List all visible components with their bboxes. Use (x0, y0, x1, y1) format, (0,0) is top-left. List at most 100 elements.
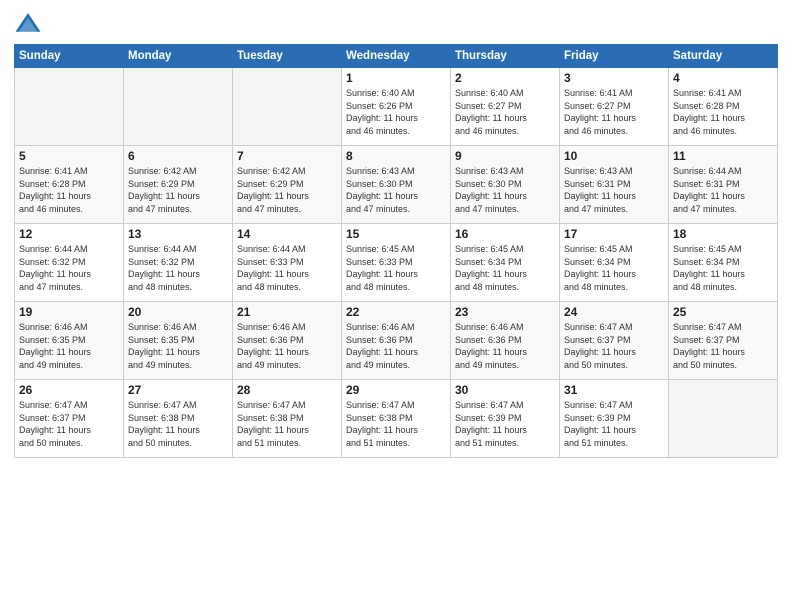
day-info: Sunrise: 6:45 AM Sunset: 6:34 PM Dayligh… (455, 243, 555, 293)
calendar-cell: 3 Sunrise: 6:41 AM Sunset: 6:27 PM Daylig… (560, 68, 669, 146)
day-number: 20 (128, 305, 228, 319)
calendar-week-row: 19Sunrise: 6:46 AM Sunset: 6:35 PM Dayli… (15, 302, 778, 380)
day-number: 14 (237, 227, 337, 241)
calendar-cell: 6 Sunrise: 6:42 AM Sunset: 6:29 PM Daylig… (124, 146, 233, 224)
day-info: Sunrise: 6:45 AM Sunset: 6:33 PM Dayligh… (346, 243, 446, 293)
calendar-cell: 2 Sunrise: 6:40 AM Sunset: 6:27 PM Daylig… (451, 68, 560, 146)
day-info: Sunrise: 6:46 AM Sunset: 6:36 PM Dayligh… (455, 321, 555, 371)
calendar-cell: 7 Sunrise: 6:42 AM Sunset: 6:29 PM Daylig… (233, 146, 342, 224)
day-info: Sunrise: 6:45 AM Sunset: 6:34 PM Dayligh… (564, 243, 664, 293)
calendar-cell (15, 68, 124, 146)
day-info: Sunrise: 6:41 AM Sunset: 6:28 PM Dayligh… (19, 165, 119, 215)
day-info: Sunrise: 6:45 AM Sunset: 6:34 PM Dayligh… (673, 243, 773, 293)
day-number: 26 (19, 383, 119, 397)
day-info: Sunrise: 6:47 AM Sunset: 6:38 PM Dayligh… (237, 399, 337, 449)
calendar-cell: 17 Sunrise: 6:45 AM Sunset: 6:34 PM Dayli… (560, 224, 669, 302)
calendar-cell: 14Sunrise: 6:44 AM Sunset: 6:33 PM Dayli… (233, 224, 342, 302)
day-number: 17 (564, 227, 664, 241)
calendar-cell: 31 Sunrise: 6:47 AM Sunset: 6:39 PM Dayli… (560, 380, 669, 458)
day-number: 9 (455, 149, 555, 163)
calendar-cell: 24 Sunrise: 6:47 AM Sunset: 6:37 PM Dayli… (560, 302, 669, 380)
calendar-cell: 9 Sunrise: 6:43 AM Sunset: 6:30 PM Daylig… (451, 146, 560, 224)
calendar-cell: 19Sunrise: 6:46 AM Sunset: 6:35 PM Dayli… (15, 302, 124, 380)
calendar-header-monday: Monday (124, 45, 233, 68)
day-number: 19 (19, 305, 119, 319)
calendar-cell: 21 Sunrise: 6:46 AM Sunset: 6:36 PM Dayli… (233, 302, 342, 380)
day-number: 30 (455, 383, 555, 397)
calendar-week-row: 1Sunrise: 6:40 AM Sunset: 6:26 PM Daylig… (15, 68, 778, 146)
day-info: Sunrise: 6:42 AM Sunset: 6:29 PM Dayligh… (128, 165, 228, 215)
day-info: Sunrise: 6:40 AM Sunset: 6:26 PM Dayligh… (346, 87, 446, 137)
calendar-header-thursday: Thursday (451, 45, 560, 68)
day-info: Sunrise: 6:47 AM Sunset: 6:39 PM Dayligh… (564, 399, 664, 449)
calendar-header-tuesday: Tuesday (233, 45, 342, 68)
calendar-cell: 10Sunrise: 6:43 AM Sunset: 6:31 PM Dayli… (560, 146, 669, 224)
calendar-cell: 16 Sunrise: 6:45 AM Sunset: 6:34 PM Dayli… (451, 224, 560, 302)
calendar-cell: 30 Sunrise: 6:47 AM Sunset: 6:39 PM Dayli… (451, 380, 560, 458)
day-info: Sunrise: 6:43 AM Sunset: 6:30 PM Dayligh… (455, 165, 555, 215)
day-number: 5 (19, 149, 119, 163)
day-number: 24 (564, 305, 664, 319)
day-info: Sunrise: 6:43 AM Sunset: 6:30 PM Dayligh… (346, 165, 446, 215)
calendar-week-row: 12Sunrise: 6:44 AM Sunset: 6:32 PM Dayli… (15, 224, 778, 302)
header (14, 10, 778, 38)
day-number: 11 (673, 149, 773, 163)
page: SundayMondayTuesdayWednesdayThursdayFrid… (0, 0, 792, 612)
calendar-cell: 26 Sunrise: 6:47 AM Sunset: 6:37 PM Dayli… (15, 380, 124, 458)
day-number: 31 (564, 383, 664, 397)
day-info: Sunrise: 6:47 AM Sunset: 6:37 PM Dayligh… (673, 321, 773, 371)
calendar-cell: 5 Sunrise: 6:41 AM Sunset: 6:28 PM Daylig… (15, 146, 124, 224)
day-info: Sunrise: 6:47 AM Sunset: 6:38 PM Dayligh… (346, 399, 446, 449)
calendar-header-row: SundayMondayTuesdayWednesdayThursdayFrid… (15, 45, 778, 68)
calendar-cell: 28Sunrise: 6:47 AM Sunset: 6:38 PM Dayli… (233, 380, 342, 458)
calendar-cell: 29 Sunrise: 6:47 AM Sunset: 6:38 PM Dayli… (342, 380, 451, 458)
day-number: 8 (346, 149, 446, 163)
calendar-week-row: 5 Sunrise: 6:41 AM Sunset: 6:28 PM Daylig… (15, 146, 778, 224)
calendar-header-wednesday: Wednesday (342, 45, 451, 68)
day-number: 25 (673, 305, 773, 319)
logo-icon (14, 10, 42, 38)
logo (14, 10, 46, 38)
calendar-cell: 18 Sunrise: 6:45 AM Sunset: 6:34 PM Dayli… (669, 224, 778, 302)
day-number: 16 (455, 227, 555, 241)
day-info: Sunrise: 6:47 AM Sunset: 6:37 PM Dayligh… (19, 399, 119, 449)
calendar-table: SundayMondayTuesdayWednesdayThursdayFrid… (14, 44, 778, 458)
calendar-cell: 12Sunrise: 6:44 AM Sunset: 6:32 PM Dayli… (15, 224, 124, 302)
day-info: Sunrise: 6:46 AM Sunset: 6:36 PM Dayligh… (237, 321, 337, 371)
day-number: 10 (564, 149, 664, 163)
day-info: Sunrise: 6:44 AM Sunset: 6:32 PM Dayligh… (128, 243, 228, 293)
calendar-cell: 8 Sunrise: 6:43 AM Sunset: 6:30 PM Daylig… (342, 146, 451, 224)
day-info: Sunrise: 6:41 AM Sunset: 6:27 PM Dayligh… (564, 87, 664, 137)
day-number: 18 (673, 227, 773, 241)
day-number: 22 (346, 305, 446, 319)
day-info: Sunrise: 6:41 AM Sunset: 6:28 PM Dayligh… (673, 87, 773, 137)
day-info: Sunrise: 6:47 AM Sunset: 6:37 PM Dayligh… (564, 321, 664, 371)
day-number: 13 (128, 227, 228, 241)
calendar-cell: 22Sunrise: 6:46 AM Sunset: 6:36 PM Dayli… (342, 302, 451, 380)
calendar-header-saturday: Saturday (669, 45, 778, 68)
day-number: 27 (128, 383, 228, 397)
calendar-header-friday: Friday (560, 45, 669, 68)
day-number: 6 (128, 149, 228, 163)
calendar-cell: 23Sunrise: 6:46 AM Sunset: 6:36 PM Dayli… (451, 302, 560, 380)
calendar-cell: 11 Sunrise: 6:44 AM Sunset: 6:31 PM Dayli… (669, 146, 778, 224)
day-info: Sunrise: 6:47 AM Sunset: 6:39 PM Dayligh… (455, 399, 555, 449)
day-number: 15 (346, 227, 446, 241)
day-number: 2 (455, 71, 555, 85)
calendar-cell: 13 Sunrise: 6:44 AM Sunset: 6:32 PM Dayli… (124, 224, 233, 302)
calendar-cell: 25 Sunrise: 6:47 AM Sunset: 6:37 PM Dayli… (669, 302, 778, 380)
day-number: 3 (564, 71, 664, 85)
calendar-cell: 27Sunrise: 6:47 AM Sunset: 6:38 PM Dayli… (124, 380, 233, 458)
calendar-cell (669, 380, 778, 458)
day-info: Sunrise: 6:40 AM Sunset: 6:27 PM Dayligh… (455, 87, 555, 137)
calendar-cell: 15 Sunrise: 6:45 AM Sunset: 6:33 PM Dayli… (342, 224, 451, 302)
day-info: Sunrise: 6:44 AM Sunset: 6:31 PM Dayligh… (673, 165, 773, 215)
calendar-cell (124, 68, 233, 146)
day-number: 29 (346, 383, 446, 397)
calendar-cell (233, 68, 342, 146)
day-info: Sunrise: 6:42 AM Sunset: 6:29 PM Dayligh… (237, 165, 337, 215)
day-number: 21 (237, 305, 337, 319)
day-number: 7 (237, 149, 337, 163)
calendar-header-sunday: Sunday (15, 45, 124, 68)
day-number: 4 (673, 71, 773, 85)
